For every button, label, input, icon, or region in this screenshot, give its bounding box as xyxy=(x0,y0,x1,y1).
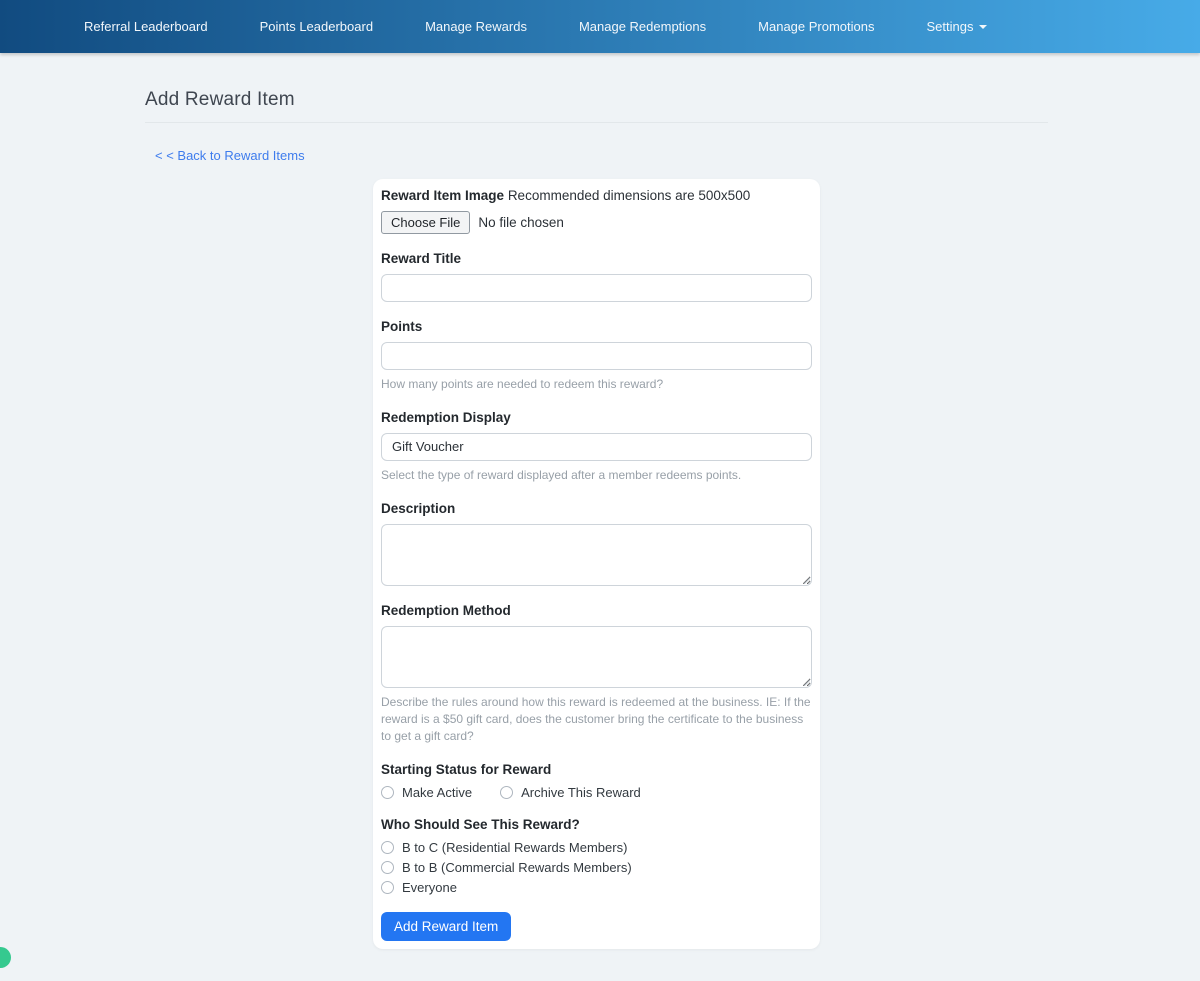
nav-manage-promotions[interactable]: Manage Promotions xyxy=(740,11,892,42)
file-input: Choose File No file chosen xyxy=(381,211,812,234)
starting-status-label: Starting Status for Reward xyxy=(381,762,552,777)
radio-circle-icon[interactable] xyxy=(381,861,394,874)
points-help-text: How many points are needed to redeem thi… xyxy=(381,377,664,391)
field-redemption-display: Redemption Display Gift Voucher Select t… xyxy=(381,410,812,484)
audience-options: B to C (Residential Rewards Members) B t… xyxy=(381,840,812,895)
field-reward-title: Reward Title xyxy=(381,251,812,302)
radio-circle-icon[interactable] xyxy=(500,786,514,799)
radio-archive-this-reward[interactable]: Archive This Reward xyxy=(500,785,641,800)
nav-settings-label: Settings xyxy=(926,19,974,34)
reward-item-image-label-text: Reward Item Image xyxy=(381,188,505,203)
radio-make-active-label: Make Active xyxy=(402,785,473,800)
redemption-method-textarea[interactable] xyxy=(381,626,812,688)
points-label: Points xyxy=(381,319,423,334)
reward-item-image-hint: Recommended dimensions are 500x500 xyxy=(507,188,751,203)
radio-b-to-c[interactable]: B to C (Residential Rewards Members) xyxy=(381,840,812,855)
radio-circle-icon[interactable] xyxy=(381,881,394,894)
nav-referral-leaderboard[interactable]: Referral Leaderboard xyxy=(66,11,226,42)
redemption-display-select[interactable]: Gift Voucher xyxy=(381,433,812,461)
add-reward-form-card: Reward Item Image Recommended dimensions… xyxy=(373,179,820,949)
redemption-method-label: Redemption Method xyxy=(381,603,511,618)
nav-manage-redemptions[interactable]: Manage Redemptions xyxy=(561,11,724,42)
nav-points-leaderboard[interactable]: Points Leaderboard xyxy=(242,11,391,42)
radio-b-to-b[interactable]: B to B (Commercial Rewards Members) xyxy=(381,860,812,875)
nav-manage-rewards[interactable]: Manage Rewards xyxy=(407,11,545,42)
field-reward-item-image: Reward Item Image Recommended dimensions… xyxy=(381,188,812,234)
starting-status-options: Make Active Archive This Reward xyxy=(381,785,812,800)
field-audience: Who Should See This Reward? B to C (Resi… xyxy=(381,817,812,895)
radio-make-active[interactable]: Make Active xyxy=(381,785,472,800)
redemption-display-label: Redemption Display xyxy=(381,410,511,425)
redemption-display-help-text: Select the type of reward displayed afte… xyxy=(381,468,742,482)
file-chosen-status: No file chosen xyxy=(478,215,564,230)
title-divider xyxy=(145,122,1048,123)
reward-title-input[interactable] xyxy=(381,274,812,302)
page-container: Add Reward Item < < Back to Reward Items… xyxy=(145,89,1048,949)
add-reward-item-button[interactable]: Add Reward Item xyxy=(381,912,512,941)
chat-widget-bubble[interactable] xyxy=(0,947,11,968)
radio-archive-this-reward-label: Archive This Reward xyxy=(521,785,641,800)
page-title: Add Reward Item xyxy=(145,89,295,110)
points-input[interactable] xyxy=(381,342,812,370)
back-to-reward-items-link[interactable]: < < Back to Reward Items xyxy=(155,148,305,163)
description-textarea[interactable] xyxy=(381,524,812,586)
reward-title-label: Reward Title xyxy=(381,251,462,266)
choose-file-button[interactable]: Choose File xyxy=(381,211,471,234)
radio-b-to-b-label: B to B (Commercial Rewards Members) xyxy=(402,860,632,875)
radio-circle-icon[interactable] xyxy=(381,841,394,854)
top-navbar: Referral Leaderboard Points Leaderboard … xyxy=(0,0,1200,53)
radio-everyone-label: Everyone xyxy=(402,880,457,895)
field-points: Points How many points are needed to red… xyxy=(381,319,812,393)
radio-circle-icon[interactable] xyxy=(381,786,394,799)
field-starting-status: Starting Status for Reward Make Active A… xyxy=(381,762,812,800)
description-label: Description xyxy=(381,501,456,516)
field-description: Description xyxy=(381,501,812,586)
audience-label: Who Should See This Reward? xyxy=(381,817,580,832)
nav-settings-dropdown[interactable]: Settings xyxy=(909,11,1006,42)
radio-b-to-c-label: B to C (Residential Rewards Members) xyxy=(402,840,628,855)
chevron-down-icon xyxy=(979,24,988,29)
reward-item-image-label: Reward Item Image Recommended dimensions… xyxy=(381,188,812,203)
redemption-method-help-text: Describe the rules around how this rewar… xyxy=(381,695,811,743)
radio-everyone[interactable]: Everyone xyxy=(381,880,812,895)
field-redemption-method: Redemption Method Describe the rules aro… xyxy=(381,603,812,745)
